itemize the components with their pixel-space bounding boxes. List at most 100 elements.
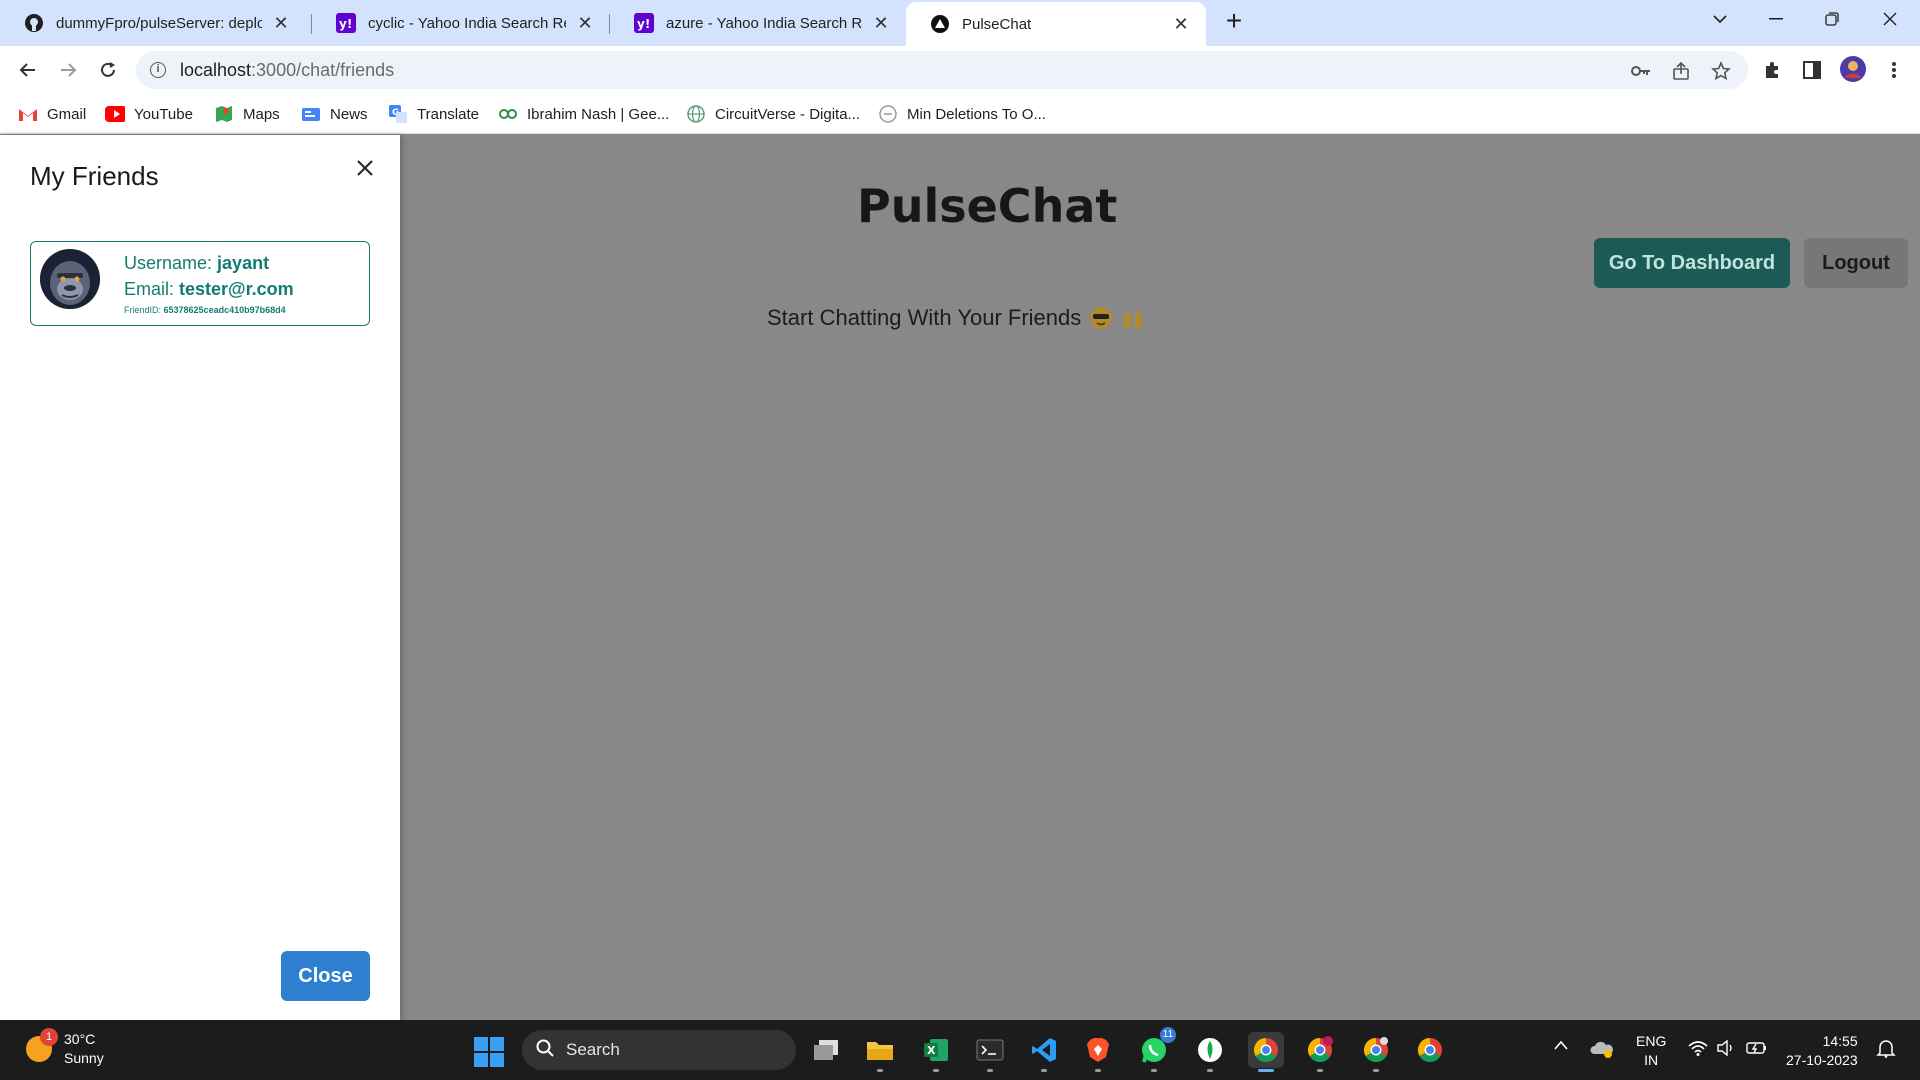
- side-panel-icon[interactable]: [1800, 58, 1824, 82]
- bookmark-label: Maps: [243, 105, 280, 123]
- show-hidden-icons[interactable]: [1554, 1040, 1568, 1050]
- whatsapp-icon[interactable]: 11: [1136, 1027, 1176, 1072]
- bookmark-translate[interactable]: G Translate: [388, 102, 479, 126]
- bookmark-label: Translate: [417, 105, 479, 123]
- news-icon: [301, 104, 321, 124]
- url-path: :3000/chat/friends: [251, 59, 395, 80]
- chrome-profile-icon[interactable]: [1302, 1032, 1338, 1072]
- tab-strip: dummyFpro/pulseServer: deploy ✕ y! cycli…: [0, 0, 1920, 46]
- close-tab-icon[interactable]: ✕: [270, 12, 292, 34]
- site-info-icon[interactable]: i: [150, 62, 166, 78]
- tab-yahoo-cyclic[interactable]: y! cyclic - Yahoo India Search Resul ✕: [312, 4, 610, 42]
- friend-card[interactable]: Username: jayant Email: tester@r.com Fri…: [30, 241, 370, 326]
- drawer-title: My Friends: [30, 161, 159, 191]
- logout-button[interactable]: Logout: [1804, 238, 1908, 288]
- terminal-icon[interactable]: [972, 1032, 1008, 1072]
- svg-text:X: X: [927, 1044, 936, 1057]
- task-view-icon[interactable]: [808, 1032, 844, 1068]
- restore-icon[interactable]: [1804, 0, 1860, 38]
- file-explorer-icon[interactable]: [862, 1032, 898, 1072]
- raised-hands-emoji-icon: [1121, 306, 1145, 330]
- bookmark-circuitverse[interactable]: CircuitVerse - Digita...: [686, 102, 860, 126]
- bookmark-label: CircuitVerse - Digita...: [715, 105, 861, 123]
- volume-icon[interactable]: [1716, 1040, 1736, 1056]
- profile-avatar[interactable]: [1838, 54, 1868, 84]
- weather-temp: 30°C: [64, 1031, 96, 1047]
- vscode-icon[interactable]: [1026, 1032, 1062, 1072]
- close-tab-icon[interactable]: ✕: [870, 12, 892, 34]
- gmail-icon: [18, 104, 38, 124]
- new-tab-button[interactable]: +: [1220, 7, 1248, 36]
- bookmark-youtube[interactable]: YouTube: [105, 102, 193, 126]
- windows-start-icon[interactable]: [474, 1037, 504, 1067]
- wifi-icon[interactable]: [1688, 1040, 1708, 1056]
- avatar: [40, 249, 100, 309]
- geeks-icon: [498, 104, 518, 124]
- tab-pulsechat[interactable]: PulseChat ✕: [906, 2, 1206, 46]
- bookmark-label: Min Deletions To O...: [907, 105, 1046, 123]
- url-host: localhost: [180, 59, 252, 80]
- close-icon[interactable]: [352, 155, 378, 181]
- brave-icon[interactable]: [1080, 1032, 1116, 1072]
- whatsapp-badge: 11: [1160, 1027, 1176, 1043]
- bookmark-geeks[interactable]: Ibrahim Nash | Gee...: [498, 102, 669, 126]
- share-icon[interactable]: [1670, 60, 1692, 82]
- pulsechat-icon: [930, 14, 950, 34]
- weather-badge: 1: [40, 1028, 58, 1046]
- chrome-profile-icon[interactable]: [1358, 1032, 1394, 1072]
- bookmark-news[interactable]: News: [301, 102, 368, 126]
- tab-github[interactable]: dummyFpro/pulseServer: deploy ✕: [0, 4, 306, 42]
- weather-widget[interactable]: 1 30°C Sunny: [26, 1028, 104, 1068]
- sunglasses-emoji-icon: [1089, 306, 1113, 330]
- bookmark-maps[interactable]: Maps: [214, 102, 280, 126]
- system-clock[interactable]: 14:55 27-10-2023: [1786, 1032, 1858, 1070]
- svg-text:y!: y!: [637, 17, 650, 31]
- minimize-icon[interactable]: [1748, 0, 1804, 38]
- battery-icon[interactable]: [1746, 1040, 1768, 1056]
- friend-id: FriendID: 65378625ceadc410b97b68d4: [124, 305, 286, 315]
- weather-text: 30°C Sunny: [64, 1030, 104, 1068]
- chrome-profile-icon[interactable]: [1412, 1032, 1448, 1068]
- bookmark-leetcode[interactable]: Min Deletions To O...: [878, 102, 1046, 126]
- subtitle-text: Start Chatting With Your Friends: [767, 305, 1082, 330]
- email-value: tester@r.com: [179, 279, 294, 299]
- bookmark-label: YouTube: [134, 105, 193, 123]
- address-bar[interactable]: i localhost:3000/chat/friends: [136, 51, 1748, 89]
- tab-title: dummyFpro/pulseServer: deploy: [56, 14, 262, 32]
- mongodb-compass-icon[interactable]: [1192, 1032, 1228, 1072]
- back-icon[interactable]: [14, 56, 42, 84]
- tab-search-icon[interactable]: [1692, 0, 1748, 38]
- tab-yahoo-azure[interactable]: y! azure - Yahoo India Search Resu ✕: [610, 4, 906, 42]
- bookmark-gmail[interactable]: Gmail: [18, 102, 86, 126]
- chrome-icon[interactable]: [1248, 1032, 1284, 1072]
- go-to-dashboard-button[interactable]: Go To Dashboard: [1594, 238, 1790, 288]
- globe-icon: [686, 104, 706, 124]
- forward-icon[interactable]: [54, 56, 82, 84]
- close-window-icon[interactable]: [1862, 0, 1918, 38]
- sun-icon: 1: [26, 1028, 58, 1062]
- close-button[interactable]: Close: [281, 951, 370, 1001]
- taskbar-search[interactable]: Search: [522, 1030, 796, 1070]
- friend-username: Username: jayant: [124, 253, 269, 274]
- more-menu-icon[interactable]: [1882, 58, 1906, 82]
- github-icon: [24, 13, 44, 33]
- key-icon[interactable]: [1630, 60, 1652, 82]
- yahoo-icon: y!: [336, 13, 356, 33]
- reload-icon[interactable]: [94, 56, 122, 84]
- clock-date: 27-10-2023: [1786, 1052, 1858, 1068]
- excel-icon[interactable]: X: [918, 1032, 954, 1072]
- start-chatting-text: Start Chatting With Your Friends: [767, 305, 1145, 331]
- weather-condition: Sunny: [64, 1050, 104, 1066]
- tab-title: azure - Yahoo India Search Resu: [666, 14, 862, 32]
- extensions-icon[interactable]: [1760, 58, 1784, 82]
- star-icon[interactable]: [1710, 60, 1732, 82]
- region-code: IN: [1644, 1052, 1659, 1068]
- close-tab-icon[interactable]: ✕: [574, 12, 596, 34]
- friend-id-label: FriendID:: [124, 305, 164, 315]
- language-indicator[interactable]: ENG IN: [1636, 1032, 1666, 1070]
- username-label: Username:: [124, 253, 218, 273]
- notifications-icon[interactable]: [1876, 1038, 1896, 1058]
- close-tab-icon[interactable]: ✕: [1170, 13, 1192, 35]
- app-title-text: PulseChat: [857, 179, 1118, 233]
- onedrive-icon[interactable]: [1590, 1040, 1614, 1058]
